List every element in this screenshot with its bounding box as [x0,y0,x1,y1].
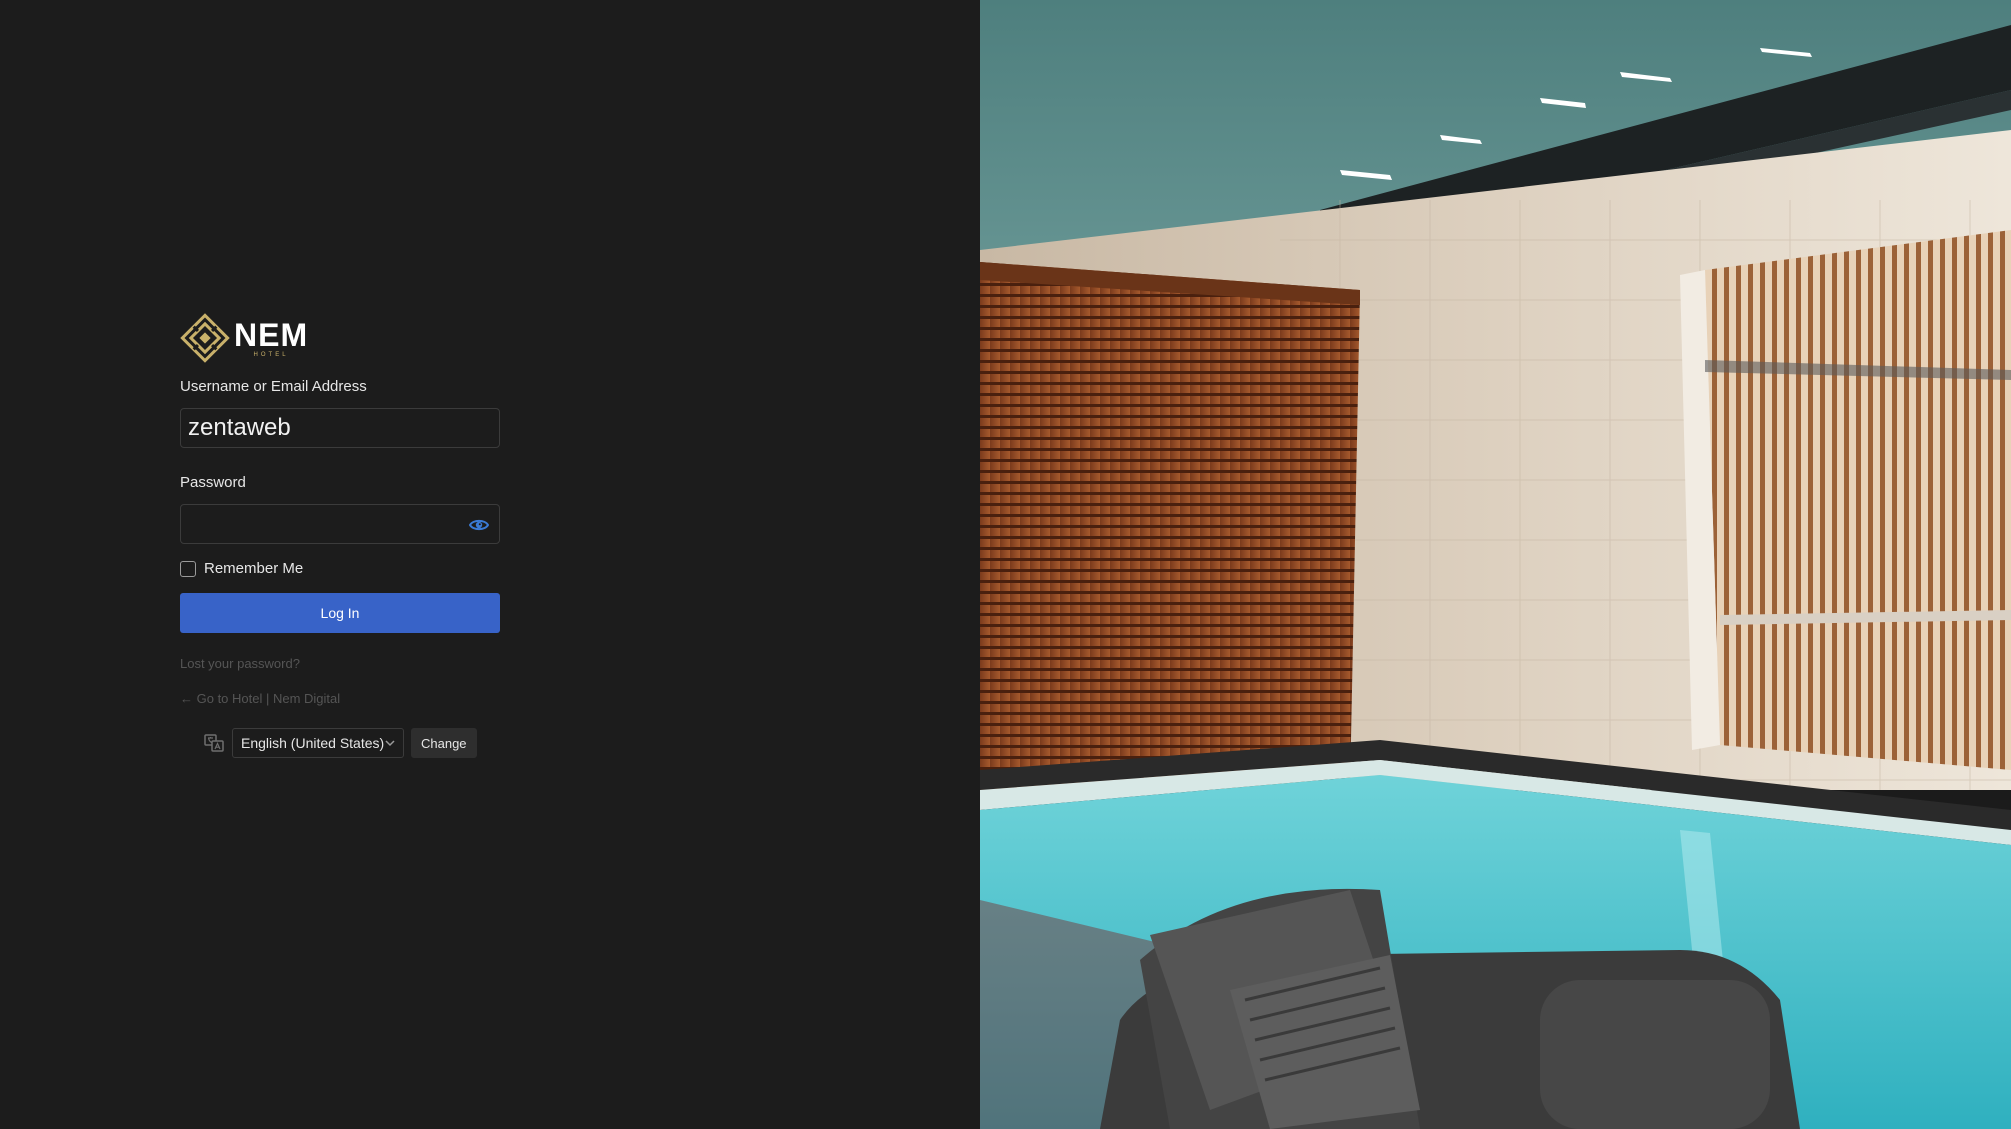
site-logo[interactable]: NEM HOTEL [180,312,500,364]
login-form: NEM HOTEL Username or Email Address zent… [180,312,500,758]
eye-icon[interactable] [469,516,489,534]
remember-me: Remember Me [180,560,500,577]
remember-me-checkbox[interactable] [180,560,196,577]
login-page: NEM HOTEL Username or Email Address zent… [0,0,2011,1129]
pool-photo [980,0,2011,1129]
language-select[interactable]: English (United States) [232,728,404,758]
translate-icon [204,734,224,752]
lost-password-link[interactable]: Lost your password? [180,656,500,671]
language-selected: English (United States) [241,735,385,751]
password-input[interactable] [180,504,500,544]
logo-subtext: HOTEL [253,351,289,358]
login-button[interactable]: Log In [180,593,500,633]
chevron-down-icon [385,740,395,747]
username-label: Username or Email Address [180,378,367,395]
username-input[interactable]: zentaweb [180,408,500,448]
logo-text: NEM [234,316,309,353]
username-value: zentaweb [188,414,291,441]
password-label: Password [180,474,246,491]
change-language-button[interactable]: Change [411,728,477,758]
login-panel: NEM HOTEL Username or Email Address zent… [0,0,980,1129]
logo-mark-icon [180,313,230,363]
remember-me-label[interactable]: Remember Me [204,560,303,577]
hero-image [980,0,2011,1129]
back-to-site-link[interactable]: ← Go to Hotel | Nem Digital [180,691,500,706]
language-switcher: English (United States) Change [204,728,500,758]
logo-wordmark: NEM HOTEL [234,319,308,358]
